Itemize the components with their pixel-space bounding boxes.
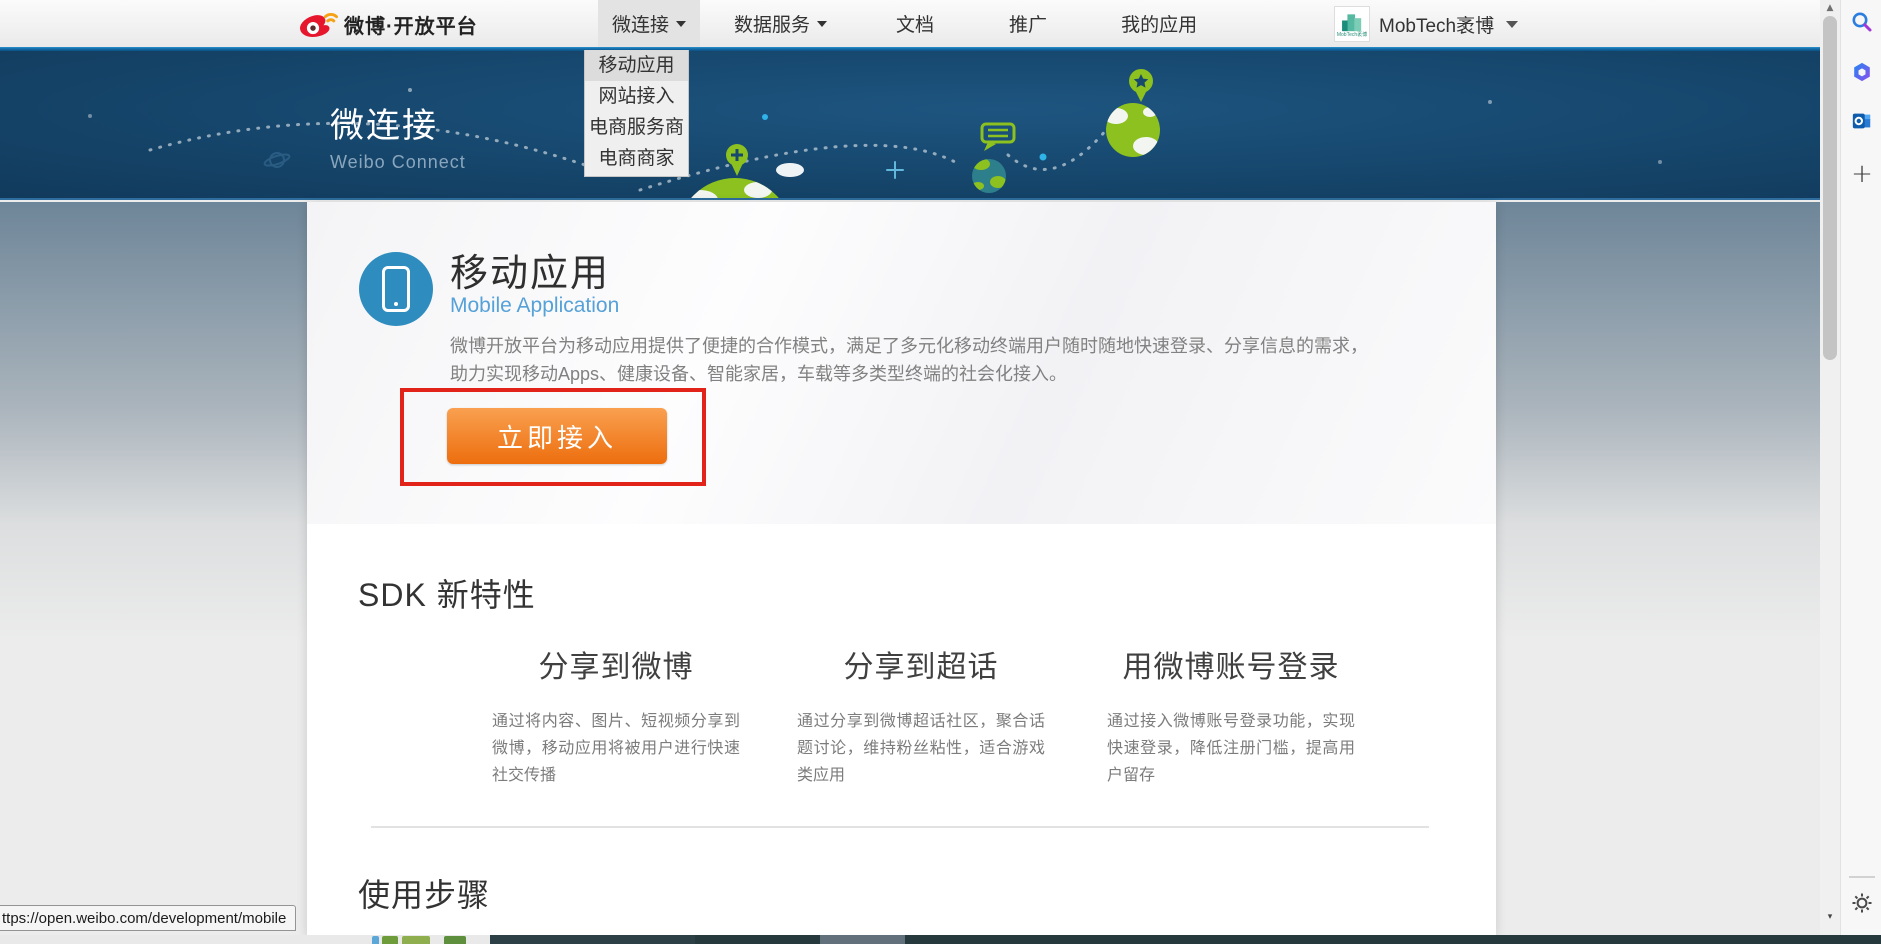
scroll-down-arrow-icon[interactable]: ▾ xyxy=(1820,912,1840,922)
sdk-features-heading: SDK 新特性 xyxy=(358,570,536,616)
feature-share-to-weibo: 分享到微博 通过将内容、图片、短视频分享到微博，移动应用将被用户进行快速社交传播 xyxy=(492,642,740,789)
mobile-phone-icon xyxy=(359,252,433,326)
desktop-icon-fragment xyxy=(372,936,379,944)
mobtech-logo-icon xyxy=(1339,11,1365,33)
nav-label: 推广 xyxy=(1009,10,1047,37)
sidebar-divider xyxy=(1849,876,1875,878)
weibo-eye-icon xyxy=(298,8,338,40)
content-card: 移动应用 Mobile Application 微博开放平台为移动应用提供了便捷… xyxy=(307,202,1496,935)
section-subtitle: Mobile Application xyxy=(450,294,619,318)
desktop-icon-fragment xyxy=(382,936,398,944)
chat-bubble-icon xyxy=(982,124,1014,151)
feature-title: 用微博账号登录 xyxy=(1107,642,1355,686)
navbar-accent-line xyxy=(0,47,1820,51)
dropdown-item-ecom-merchant[interactable]: 电商商家 xyxy=(585,143,688,174)
weiconnect-dropdown: 移动应用 网站接入 电商服务商 电商商家 xyxy=(584,50,689,177)
taskbar-edge-segment xyxy=(490,935,695,944)
chevron-down-icon xyxy=(676,21,686,27)
nav-item-docs[interactable]: 文档 xyxy=(882,0,948,47)
user-avatar: MobTech袤博 xyxy=(1334,6,1370,42)
user-menu[interactable]: MobTech袤博 MobTech袤博 xyxy=(1334,5,1518,43)
feature-share-to-supertopic: 分享到超话 通过分享到微博超话社区，聚合话题讨论，维持粉丝粘性，适合游戏类应用 xyxy=(797,642,1045,789)
microsoft-365-icon[interactable] xyxy=(1851,61,1873,83)
nav-item-weiconnect[interactable]: 微连接 xyxy=(598,0,700,47)
status-bar-link-tooltip: ttps://open.weibo.com/development/mobile xyxy=(0,905,296,931)
feature-description: 通过分享到微博超话社区，聚合话题讨论，维持粉丝粘性，适合游戏类应用 xyxy=(797,708,1045,789)
nav-label: 文档 xyxy=(896,10,934,37)
taskbar-edge xyxy=(490,935,1881,944)
nav-label: 微连接 xyxy=(612,10,669,37)
nav-label: 数据服务 xyxy=(734,10,810,37)
description-line-1: 微博开放平台为移动应用提供了便捷的合作模式，满足了多元化移动终端用户随时随地快速… xyxy=(450,332,1410,360)
section-description: 微博开放平台为移动应用提供了便捷的合作模式，满足了多元化移动终端用户随时随地快速… xyxy=(450,332,1410,388)
feature-description: 通过将内容、图片、短视频分享到微博，移动应用将被用户进行快速社交传播 xyxy=(492,708,740,789)
hero-banner: 微连接 Weibo Connect xyxy=(0,50,1820,200)
bottom-window-edge xyxy=(0,935,1881,944)
scroll-up-arrow-icon[interactable]: ▲ xyxy=(1820,3,1840,13)
settings-gear-icon[interactable] xyxy=(1851,892,1873,914)
desktop-icon-fragment xyxy=(444,936,466,944)
taskbar-edge-highlight xyxy=(820,935,905,944)
dropdown-item-mobile-app[interactable]: 移动应用 xyxy=(585,50,688,81)
nav-item-my-apps[interactable]: 我的应用 xyxy=(1107,0,1211,47)
nav-item-promotion[interactable]: 推广 xyxy=(995,0,1061,47)
search-icon[interactable] xyxy=(1851,11,1873,33)
nav-item-data-service[interactable]: 数据服务 xyxy=(720,0,841,47)
section-divider xyxy=(371,826,1429,828)
chevron-down-icon xyxy=(817,21,827,27)
banner-illustration xyxy=(0,50,1820,200)
hero-title: 微连接 xyxy=(330,98,466,147)
dropdown-item-ecom-provider[interactable]: 电商服务商 xyxy=(585,112,688,143)
vertical-scrollbar[interactable]: ▲ ▾ xyxy=(1820,0,1840,935)
outlook-icon[interactable] xyxy=(1851,110,1873,132)
logo-text: 微博·开放平台 xyxy=(344,10,478,39)
feature-title: 分享到超话 xyxy=(797,642,1045,686)
feature-login-with-weibo: 用微博账号登录 通过接入微博账号登录功能，实现快速登录，降低注册门槛，提高用户留… xyxy=(1107,642,1355,789)
new-tab-plus-icon[interactable]: + xyxy=(1851,163,1873,185)
main-nav: 微连接 数据服务 文档 推广 我的应用 xyxy=(598,0,1211,47)
scrollbar-thumb[interactable] xyxy=(1823,16,1837,360)
feature-title: 分享到微博 xyxy=(492,642,740,686)
chevron-down-icon xyxy=(1506,21,1518,28)
usage-steps-heading: 使用步骤 xyxy=(358,870,490,916)
weibo-open-platform-page: 微博·开放平台 微连接 数据服务 文档 推广 我的应用 xyxy=(0,0,1881,944)
weibo-logo[interactable]: 微博·开放平台 xyxy=(298,6,478,42)
section-title: 移动应用 xyxy=(450,242,610,297)
dropdown-item-website[interactable]: 网站接入 xyxy=(585,81,688,112)
connect-now-button[interactable]: 立即接入 xyxy=(447,408,667,464)
description-line-2: 助力实现移动Apps、健康设备、智能家居，车载等多类型终端的社会化接入。 xyxy=(450,360,1410,388)
avatar-caption: MobTech袤博 xyxy=(1337,33,1367,38)
top-navbar: 微博·开放平台 微连接 数据服务 文档 推广 我的应用 xyxy=(0,0,1820,47)
hero-subtitle: Weibo Connect xyxy=(330,152,466,173)
desktop-icon-fragment xyxy=(402,936,430,944)
browser-sidebar: + xyxy=(1840,0,1881,935)
feature-description: 通过接入微博账号登录功能，实现快速登录，降低注册门槛，提高用户留存 xyxy=(1107,708,1355,789)
user-name: MobTech袤博 xyxy=(1379,11,1494,38)
nav-label: 我的应用 xyxy=(1121,10,1197,37)
hero-text: 微连接 Weibo Connect xyxy=(330,98,466,173)
